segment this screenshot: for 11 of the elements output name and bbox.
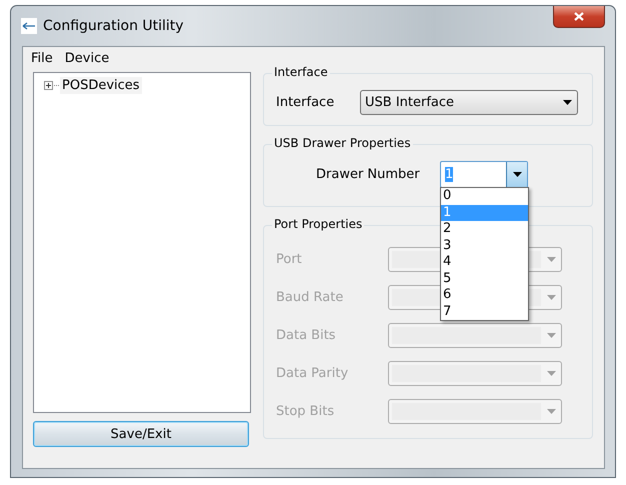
- field-label: Stop Bits: [276, 404, 336, 418]
- group-title: Port Properties: [272, 217, 364, 231]
- field-label: Drawer Number: [315, 167, 421, 182]
- field-label: Data Bits: [276, 328, 337, 342]
- field-label: Baud Rate: [276, 290, 344, 304]
- field-label: Interface: [276, 95, 336, 110]
- window-title: Configuration Utility: [43, 18, 184, 34]
- group-title: Interface: [272, 65, 330, 79]
- field-label: Port: [276, 252, 303, 266]
- group-title: USB Drawer Properties: [272, 136, 413, 150]
- field-label: Data Parity: [276, 366, 350, 380]
